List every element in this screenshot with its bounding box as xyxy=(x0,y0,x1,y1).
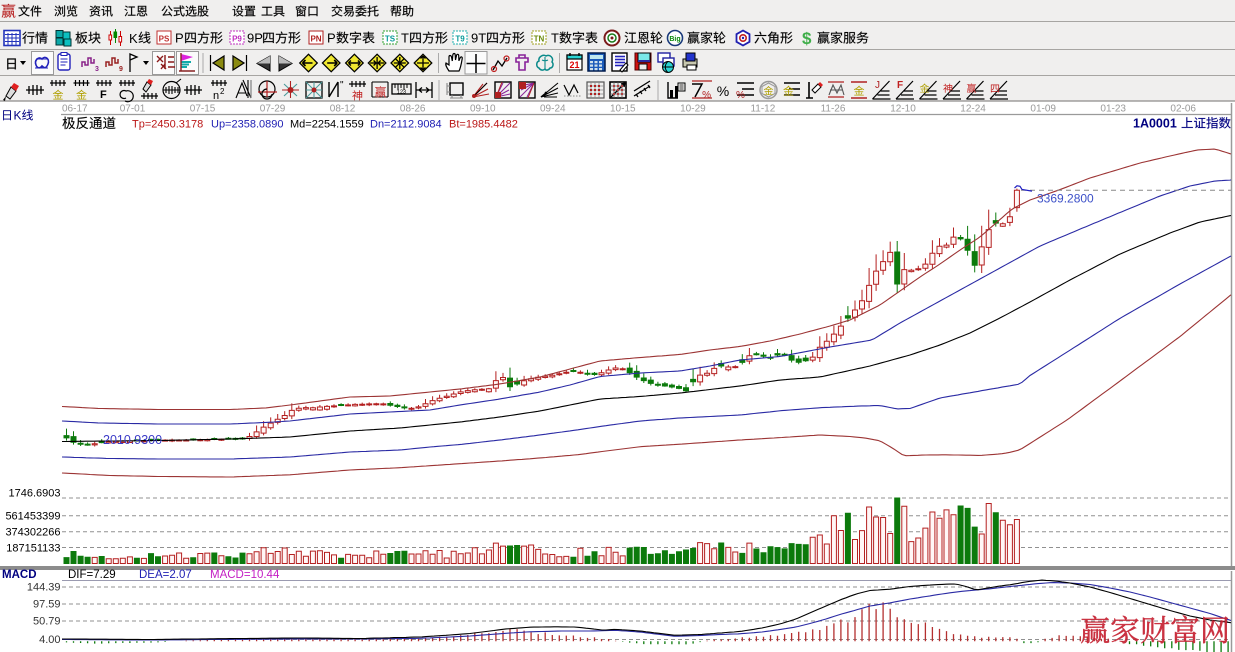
svg-text:9: 9 xyxy=(119,66,123,73)
svg-text:561453399: 561453399 xyxy=(5,511,60,523)
svg-text:K: K xyxy=(14,109,22,123)
svg-text:09-10: 09-10 xyxy=(470,104,496,115)
svg-text:08-26: 08-26 xyxy=(400,104,426,115)
svg-text:TS: TS xyxy=(385,35,396,44)
svg-text:11-12: 11-12 xyxy=(750,104,775,115)
svg-text:50.79: 50.79 xyxy=(33,616,61,628)
svg-text:09-24: 09-24 xyxy=(540,104,566,115)
svg-text:P9: P9 xyxy=(232,35,242,44)
svg-text:T: T xyxy=(551,31,559,46)
svg-text:MACD=10.44: MACD=10.44 xyxy=(210,569,280,581)
svg-text:11-26: 11-26 xyxy=(821,104,846,115)
svg-text:9T: 9T xyxy=(471,31,486,46)
svg-text:07-01: 07-01 xyxy=(120,104,146,115)
svg-text:144.39: 144.39 xyxy=(27,582,61,594)
svg-text:187151133: 187151133 xyxy=(6,543,60,555)
svg-text:MACD: MACD xyxy=(2,569,37,581)
svg-text:Tp=2450.3178: Tp=2450.3178 xyxy=(132,119,203,131)
svg-text:P: P xyxy=(175,31,184,46)
svg-text:Big: Big xyxy=(669,36,680,43)
svg-text:12-10: 12-10 xyxy=(890,104,916,115)
svg-text:12-24: 12-24 xyxy=(960,104,986,115)
svg-text:10-15: 10-15 xyxy=(610,104,636,115)
svg-text:01-09: 01-09 xyxy=(1030,104,1056,115)
svg-text:K: K xyxy=(129,31,138,46)
svg-text:T9: T9 xyxy=(455,35,465,44)
svg-text:2: 2 xyxy=(220,87,225,96)
svg-text:P: P xyxy=(327,31,336,46)
svg-text:374302266: 374302266 xyxy=(5,527,60,539)
svg-text:T: T xyxy=(401,31,409,46)
svg-text:%: % xyxy=(702,90,711,101)
svg-text:%: % xyxy=(736,90,745,101)
svg-text:Up=2358.0890: Up=2358.0890 xyxy=(211,119,283,131)
svg-text:3: 3 xyxy=(95,66,99,73)
svg-text:10-29: 10-29 xyxy=(680,104,706,115)
svg-text:DEA=2.07: DEA=2.07 xyxy=(139,569,192,581)
svg-text:2010.9300: 2010.9300 xyxy=(103,433,162,447)
svg-text:F: F xyxy=(897,80,903,91)
svg-text:n: n xyxy=(213,90,219,102)
svg-text:TN: TN xyxy=(534,35,545,44)
svg-text:97.59: 97.59 xyxy=(33,599,61,611)
svg-text:08-12: 08-12 xyxy=(330,104,356,115)
svg-text:01-23: 01-23 xyxy=(1100,104,1126,115)
svg-text:3369.2800: 3369.2800 xyxy=(1037,192,1094,206)
svg-text:Dn=2112.9084: Dn=2112.9084 xyxy=(370,119,442,131)
svg-text:PN: PN xyxy=(310,35,321,44)
svg-text:4.00: 4.00 xyxy=(39,634,60,646)
svg-text:123: 123 xyxy=(397,90,406,96)
svg-text:02-06: 02-06 xyxy=(1170,104,1196,115)
svg-text:": " xyxy=(340,80,344,91)
svg-text:PS: PS xyxy=(159,35,170,44)
svg-text:21: 21 xyxy=(569,60,579,70)
svg-text:1A0001: 1A0001 xyxy=(1133,117,1177,131)
svg-text:Bt=1985.4482: Bt=1985.4482 xyxy=(449,119,518,131)
svg-text:06-17: 06-17 xyxy=(62,104,88,115)
svg-text:F: F xyxy=(100,89,107,101)
svg-text:07-15: 07-15 xyxy=(190,104,216,115)
svg-text:07-29: 07-29 xyxy=(260,104,286,115)
svg-text:1746.6903: 1746.6903 xyxy=(9,488,61,500)
svg-text:%: % xyxy=(717,83,729,99)
svg-text:$: $ xyxy=(802,29,812,48)
svg-text:DIF=7.29: DIF=7.29 xyxy=(68,569,116,581)
svg-text:9P: 9P xyxy=(247,31,263,46)
svg-text:Md=2254.1559: Md=2254.1559 xyxy=(290,119,364,131)
svg-text:J: J xyxy=(875,80,880,91)
